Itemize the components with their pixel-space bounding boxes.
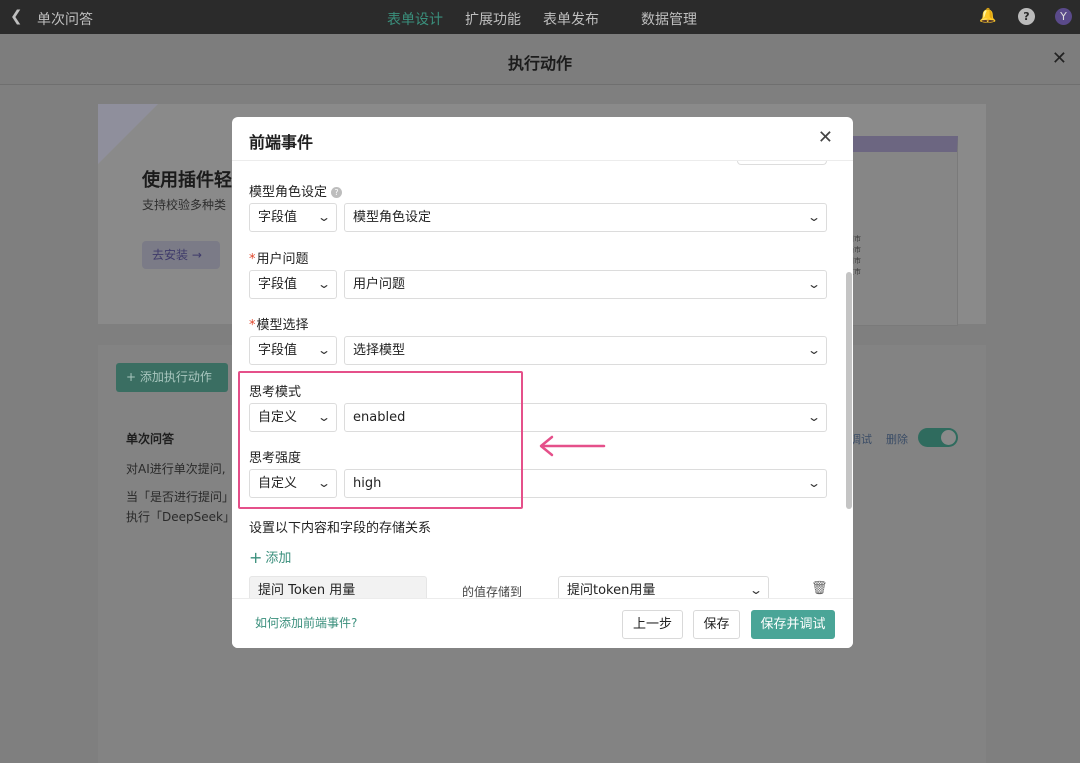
delete-link[interactable]: 删除 xyxy=(886,431,908,447)
select-value: 用户问题 xyxy=(353,277,406,292)
avatar[interactable]: Y xyxy=(1055,8,1072,25)
nav-form-design[interactable]: 表单设计 xyxy=(387,9,443,29)
scrollbar[interactable] xyxy=(846,272,852,509)
chevron-down-icon: ⌄ xyxy=(806,476,822,490)
question-source-select[interactable]: 字段值 ⌄ xyxy=(249,270,337,299)
action-item-desc: 对AI进行单次提问, xyxy=(126,462,226,476)
annotation-highlight-box xyxy=(238,371,523,509)
role-value-select[interactable]: 模型角色设定 ⌄ xyxy=(344,203,827,232)
add-action-button[interactable]: + 添加执行动作 xyxy=(116,363,228,392)
help-icon[interactable]: ? xyxy=(1018,8,1035,25)
prev-step-button[interactable]: 上一步 xyxy=(622,610,683,639)
plus-icon: + xyxy=(249,548,263,567)
select-value: 提问token用量 xyxy=(567,583,656,598)
model-value-select[interactable]: 选择模型 ⌄ xyxy=(344,336,827,365)
storage-target-select[interactable]: 提问token用量 ⌄ xyxy=(558,576,769,598)
chevron-down-icon: ⌄ xyxy=(806,410,822,424)
save-and-debug-button[interactable]: 保存并调试 xyxy=(751,610,835,639)
close-icon[interactable]: ✕ xyxy=(818,127,833,148)
chevron-down-icon: ⌄ xyxy=(806,210,822,224)
annotation-arrow-icon xyxy=(539,435,606,457)
preview-screenshot: 州市 播市 州市 京市 xyxy=(838,136,958,326)
save-button[interactable]: 保存 xyxy=(693,610,740,639)
app-title: 单次问答 xyxy=(37,12,93,28)
corner-decoration xyxy=(98,104,158,164)
add-label: 添加 xyxy=(265,551,292,566)
select-value: 选择模型 xyxy=(353,343,406,358)
action-item-desc: 当「是否进行提问」 xyxy=(126,490,235,504)
action-item-desc: 执行「DeepSeek」 xyxy=(126,510,235,524)
chevron-down-icon: ⌄ xyxy=(748,583,764,597)
storage-source-text: 提问 Token 用量 xyxy=(258,583,356,598)
nav-extensions[interactable]: 扩展功能 xyxy=(465,9,521,29)
select-value: 模型角色设定 xyxy=(353,210,432,225)
storage-source-field: 提问 Token 用量 xyxy=(249,576,427,598)
model-source-select[interactable]: 字段值 ⌄ xyxy=(249,336,337,365)
required-mark: * xyxy=(249,318,256,333)
install-button[interactable]: 去安装 → xyxy=(142,241,220,269)
trash-icon[interactable]: 🗑 xyxy=(811,581,828,596)
modal-footer: 如何添加前端事件? 上一步 保存 保存并调试 xyxy=(232,598,853,648)
drawer-title: 执行动作 xyxy=(507,54,572,73)
field-label-text: 用户问题 xyxy=(256,252,309,267)
nav-form-publish[interactable]: 表单发布 xyxy=(543,9,599,29)
select-value: 字段值 xyxy=(258,343,298,358)
help-icon[interactable]: ? xyxy=(331,187,343,198)
close-icon[interactable]: ✕ xyxy=(1052,48,1067,69)
question-value-select[interactable]: 用户问题 ⌄ xyxy=(344,270,827,299)
nav-data-management[interactable]: 数据管理 xyxy=(641,9,697,29)
top-app-bar: ❮ 单次问答 表单设计 扩展功能 表单发布 数据管理 🔔 ? Y xyxy=(0,0,1080,34)
required-mark: * xyxy=(249,252,256,267)
storage-middle-text: 的值存储到 xyxy=(462,585,523,598)
field-label-model: *模型选择 xyxy=(249,314,309,333)
promo-title: 使用插件轻 xyxy=(142,170,232,191)
storage-section-title: 设置以下内容和字段的存储关系 xyxy=(249,521,432,536)
add-mapping-button[interactable]: + 添加 xyxy=(249,547,291,567)
debug-link[interactable]: 调试 xyxy=(850,431,872,447)
select-value: 字段值 xyxy=(258,277,298,292)
select-value: 字段值 xyxy=(258,210,298,225)
chevron-down-icon: ⌄ xyxy=(806,277,822,291)
chevron-down-icon: ⌄ xyxy=(316,210,332,224)
modal-header: 前端事件 ✕ xyxy=(232,117,853,161)
chevron-down-icon: ⌄ xyxy=(316,277,332,291)
help-link[interactable]: 如何添加前端事件? xyxy=(255,614,357,631)
enable-toggle[interactable] xyxy=(918,428,958,447)
chevron-down-icon: ⌄ xyxy=(806,343,822,357)
field-label-role: 模型角色设定? xyxy=(249,181,343,200)
field-label-question: *用户问题 xyxy=(249,248,309,267)
field-label-text: 模型选择 xyxy=(256,318,309,333)
partial-button[interactable] xyxy=(737,161,827,165)
action-item-title: 单次问答 xyxy=(126,432,175,446)
chevron-down-icon: ⌄ xyxy=(316,343,332,357)
field-label-text: 模型角色设定 xyxy=(249,185,328,200)
chevron-left-icon[interactable]: ❮ xyxy=(10,7,23,25)
promo-subtitle: 支持校验多种类 xyxy=(142,198,227,212)
drawer-header: 执行动作 ✕ xyxy=(0,34,1080,85)
modal-title: 前端事件 xyxy=(249,133,314,152)
role-source-select[interactable]: 字段值 ⌄ xyxy=(249,203,337,232)
bell-icon[interactable]: 🔔 xyxy=(979,8,996,25)
